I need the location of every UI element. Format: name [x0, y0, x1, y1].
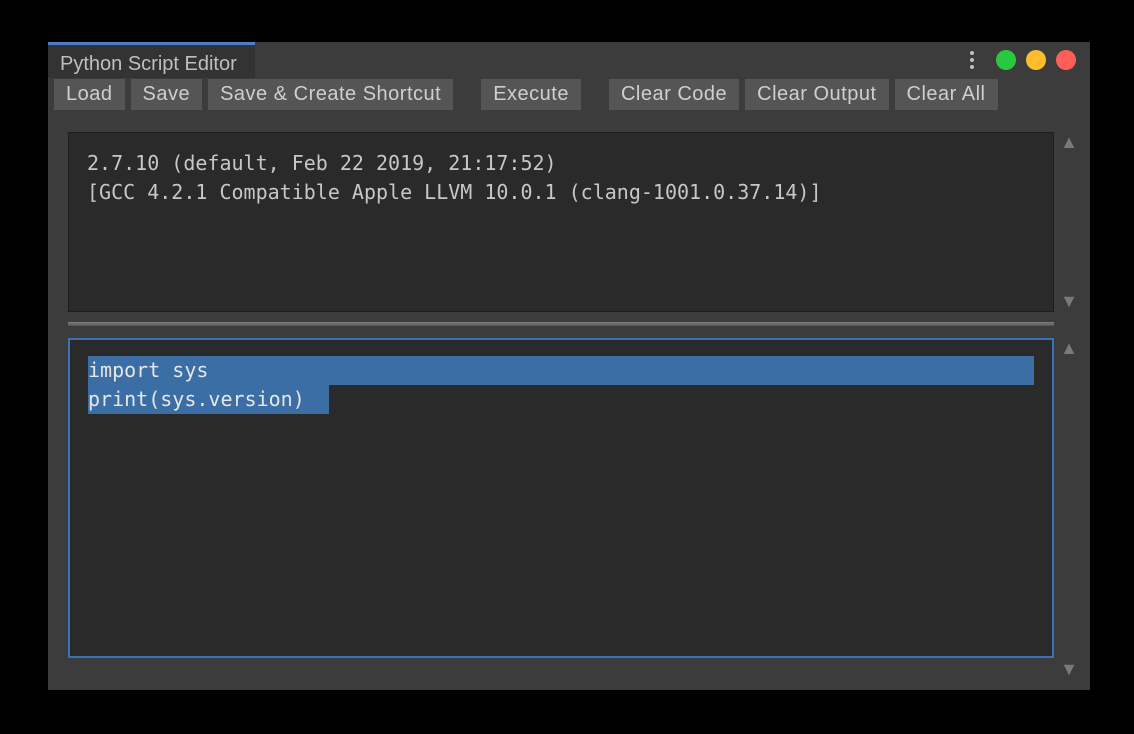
- minimize-button[interactable]: [996, 50, 1016, 70]
- kebab-menu-icon[interactable]: [970, 51, 974, 69]
- output-scrollbar[interactable]: ▲ ▼: [1054, 132, 1084, 312]
- titlebar: Python Script Editor: [48, 42, 1090, 78]
- load-button[interactable]: Load: [54, 79, 125, 110]
- code-line: print(sys.version): [88, 385, 329, 414]
- toolbar: Load Save Save & Create Shortcut Execute…: [48, 78, 1090, 116]
- close-button[interactable]: [1056, 50, 1076, 70]
- content-area: 2.7.10 (default, Feb 22 2019, 21:17:52) …: [48, 116, 1090, 686]
- save-shortcut-button[interactable]: Save & Create Shortcut: [208, 79, 453, 110]
- scroll-down-icon[interactable]: ▼: [1060, 659, 1078, 680]
- output-pane[interactable]: 2.7.10 (default, Feb 22 2019, 21:17:52) …: [68, 132, 1054, 312]
- pane-divider[interactable]: [68, 322, 1054, 326]
- window-title: Python Script Editor: [60, 53, 237, 76]
- code-line: import sys: [88, 356, 1034, 385]
- save-button[interactable]: Save: [131, 79, 203, 110]
- scroll-up-icon[interactable]: ▲: [1060, 132, 1078, 153]
- window-tab[interactable]: Python Script Editor: [48, 42, 255, 78]
- clear-output-button[interactable]: Clear Output: [745, 79, 888, 110]
- execute-button[interactable]: Execute: [481, 79, 581, 110]
- scroll-up-icon[interactable]: ▲: [1060, 338, 1078, 359]
- maximize-button[interactable]: [1026, 50, 1046, 70]
- clear-all-button[interactable]: Clear All: [895, 79, 998, 110]
- code-editor[interactable]: import sys print(sys.version): [68, 338, 1054, 658]
- scroll-down-icon[interactable]: ▼: [1060, 291, 1078, 312]
- code-scrollbar[interactable]: ▲ ▼: [1054, 338, 1084, 680]
- editor-window: Python Script Editor Load Save Save & Cr…: [48, 42, 1090, 690]
- clear-code-button[interactable]: Clear Code: [609, 79, 739, 110]
- window-controls: [956, 42, 1090, 78]
